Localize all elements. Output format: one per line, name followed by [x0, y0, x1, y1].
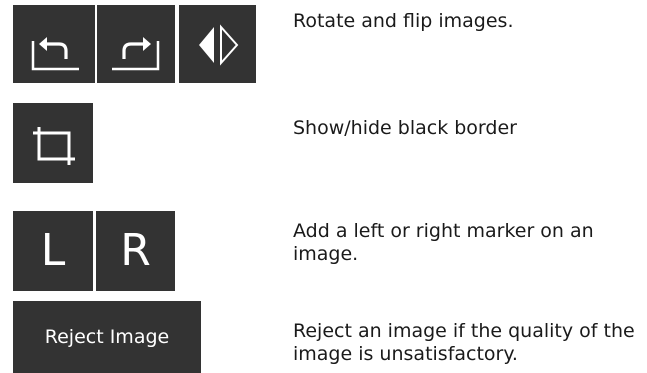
reject-image-label: Reject Image — [44, 326, 170, 348]
right-marker-button[interactable]: R — [96, 211, 175, 291]
right-marker-label: R — [120, 225, 151, 276]
rotate-flip-description: Rotate and flip images. — [293, 10, 514, 32]
border-description: Show/hide black border — [293, 117, 517, 139]
reject-description: Reject an image if the quality of the im… — [293, 320, 635, 365]
reject-image-button[interactable]: Reject Image — [13, 301, 201, 373]
crop-icon — [33, 127, 75, 165]
flip-icon — [199, 24, 239, 66]
border-toggle-button[interactable] — [13, 103, 93, 183]
rotate-right-button[interactable] — [97, 5, 175, 83]
marker-description: Add a left or right marker on an image. — [293, 220, 594, 265]
rotate-left-button[interactable] — [13, 5, 95, 83]
rotate-right-icon — [112, 37, 160, 71]
left-marker-button[interactable]: L — [13, 211, 93, 291]
left-marker-label: L — [40, 225, 66, 276]
flip-button[interactable] — [179, 5, 256, 83]
rotate-left-icon — [31, 37, 79, 71]
